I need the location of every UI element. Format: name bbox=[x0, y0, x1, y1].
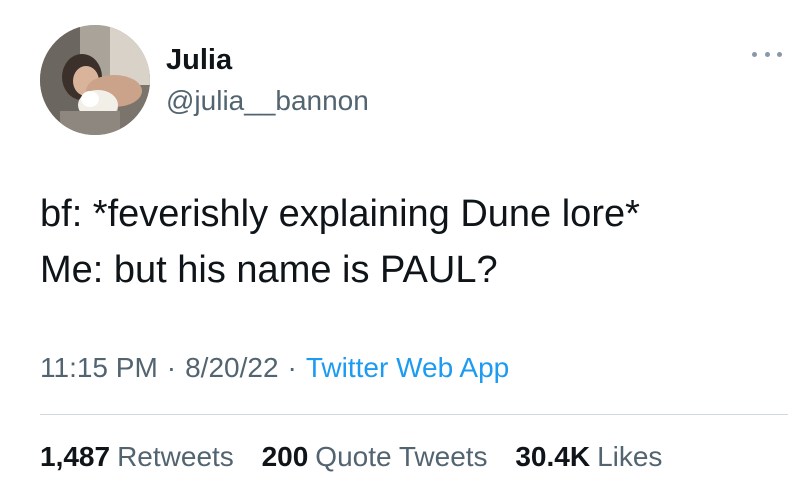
tweet-time[interactable]: 11:15 PM bbox=[40, 352, 158, 383]
tweet-source-link[interactable]: Twitter Web App bbox=[306, 352, 509, 383]
meta-separator: · bbox=[166, 352, 177, 383]
tweet-text-line: bf: *feverishly explaining Dune lore* bbox=[40, 193, 640, 235]
author-display-name[interactable]: Julia bbox=[166, 42, 232, 78]
quote-tweets-count: 200 bbox=[261, 441, 309, 472]
retweets-label: Retweets bbox=[117, 441, 234, 472]
divider bbox=[40, 414, 788, 415]
more-options-icon[interactable] bbox=[752, 46, 782, 62]
dot-icon bbox=[752, 51, 757, 57]
meta-separator: · bbox=[287, 352, 297, 383]
profile-photo-icon bbox=[40, 25, 150, 135]
tweet-text-line: Me: but his name is PAUL? bbox=[40, 249, 498, 291]
author-handle[interactable]: @julia__bannon bbox=[166, 83, 369, 119]
retweets-count: 1,487 bbox=[40, 441, 111, 472]
tweet-card: Julia @julia__bannon bf: *feverishly exp… bbox=[0, 0, 788, 500]
tweet-date[interactable]: 8/20/22 bbox=[185, 352, 278, 383]
author-avatar[interactable] bbox=[40, 25, 150, 135]
tweet-stats: 1,487 Retweets 200 Quote Tweets 30.4K Likes bbox=[40, 439, 682, 475]
retweets-stat[interactable]: 1,487 Retweets bbox=[40, 441, 234, 472]
likes-label: Likes bbox=[597, 441, 663, 472]
likes-stat[interactable]: 30.4K Likes bbox=[515, 441, 662, 472]
dot-icon bbox=[764, 51, 770, 57]
dot-icon bbox=[777, 51, 782, 57]
quote-tweets-stat[interactable]: 200 Quote Tweets bbox=[262, 441, 488, 472]
tweet-meta: 11:15 PM · 8/20/22 · Twitter Web App bbox=[40, 350, 509, 386]
likes-count: 30.4K bbox=[515, 441, 591, 472]
tweet-text: bf: *feverishly explaining Dune lore* Me… bbox=[40, 186, 780, 298]
quote-tweets-label: Quote Tweets bbox=[315, 441, 488, 472]
